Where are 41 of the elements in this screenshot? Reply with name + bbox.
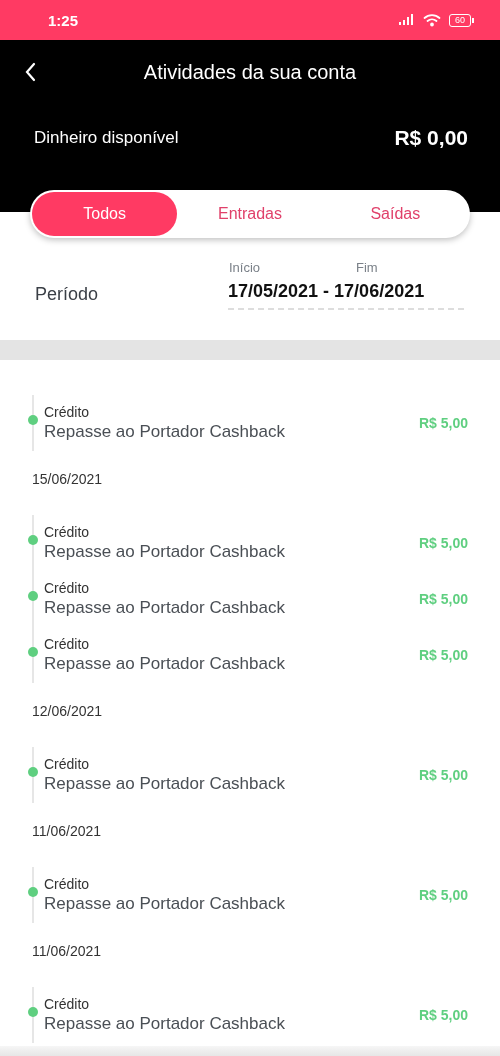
battery-icon: 60 [449,13,474,27]
transaction-description: Repasse ao Portador Cashback [44,422,286,442]
filter-tab[interactable]: Saídas [322,192,468,236]
date-heading: 15/06/2021 [31,470,104,489]
back-button[interactable] [24,62,36,82]
transaction-description: Repasse ao Portador Cashback [44,654,286,674]
transaction-description: Repasse ao Portador Cashback [44,894,286,914]
transaction-type: Crédito [44,756,91,772]
transaction-description: Repasse ao Portador Cashback [44,542,286,562]
transaction-amount: R$ 5,00 [418,887,468,903]
date-heading: 12/06/2021 [31,702,104,721]
transaction-amount: R$ 5,00 [418,647,468,663]
transaction-amount: R$ 5,00 [418,591,468,607]
transaction-description: Repasse ao Portador Cashback [44,1014,286,1034]
balance-label: Dinheiro disponível [34,128,179,148]
date-heading: 11/06/2021 [31,822,103,841]
transaction-amount: R$ 5,00 [418,767,468,783]
end-label: Fim [356,260,378,275]
date-range-field[interactable]: 17/05/2021 - 17/06/2021 [228,281,464,310]
transaction-type: Crédito [44,636,91,652]
transaction-type: Crédito [44,524,91,540]
balance-amount: R$ 0,00 [394,126,468,150]
start-label: Início [228,260,262,275]
transaction-type: Crédito [44,580,91,596]
transaction-type: Crédito [44,876,91,892]
transaction-amount: R$ 5,00 [418,415,468,431]
back-icon [24,62,36,82]
transaction-description: Repasse ao Portador Cashback [44,598,286,618]
filter-tab[interactable]: Todos [32,192,178,236]
date-heading: 11/06/2021 [31,942,103,961]
signal-icon [399,14,415,26]
transaction-description: Repasse ao Portador Cashback [44,774,286,794]
filter-tab[interactable]: Entradas [177,192,323,236]
status-time: 1:25 [48,11,79,29]
transaction-type: Crédito [44,996,91,1012]
transaction-amount: R$ 5,00 [418,1007,468,1023]
wifi-icon [423,13,441,27]
period-label: Período [35,284,100,305]
transaction-type: Crédito [44,404,91,420]
page-title: Atividades da sua conta [143,60,357,84]
transaction-amount: R$ 5,00 [418,535,468,551]
